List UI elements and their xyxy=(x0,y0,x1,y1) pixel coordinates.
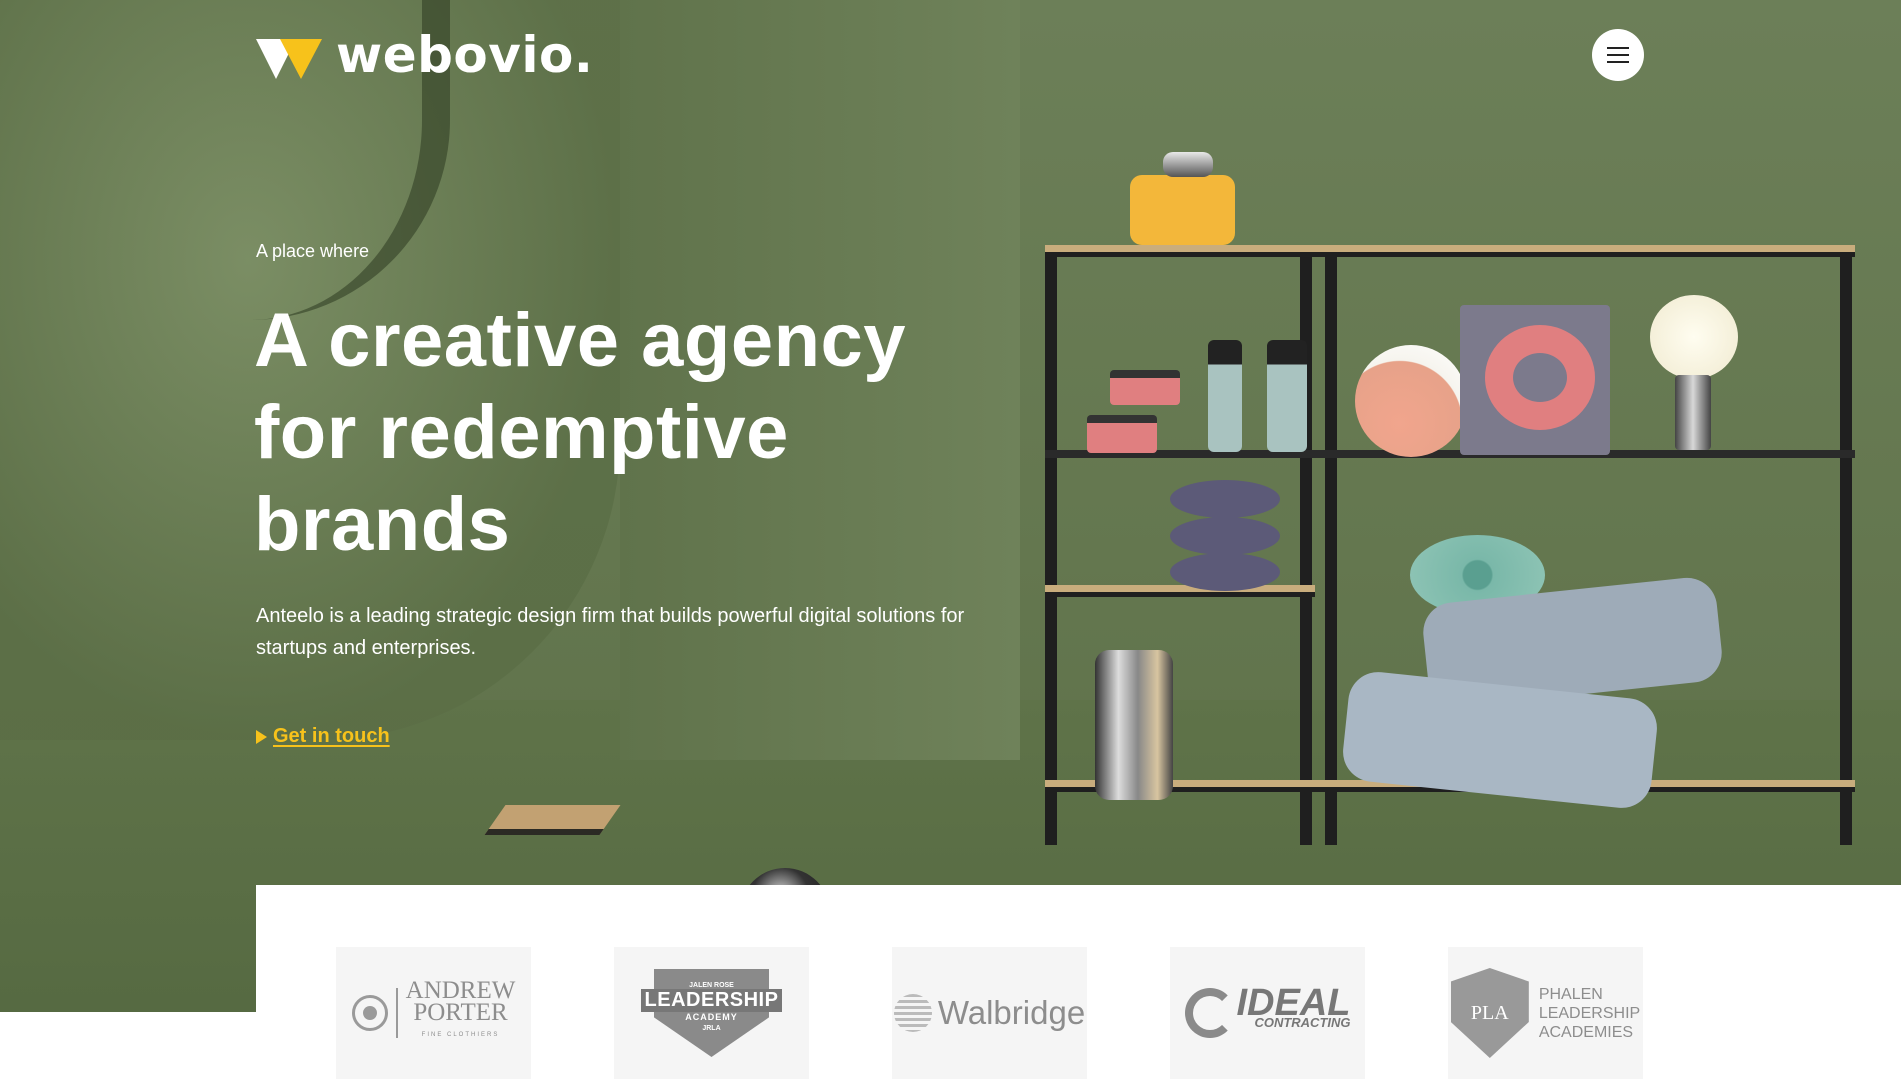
client-logo-andrew-porter: ANDREW PORTER FINE CLOTHIERS xyxy=(336,947,531,1079)
menu-button[interactable] xyxy=(1592,29,1644,81)
logo-text: webovio. xyxy=(336,26,594,84)
client-logo-ideal-contracting: IDEAL CONTRACTING xyxy=(1170,947,1365,1079)
pink-jar xyxy=(1110,370,1180,405)
client-logo-phalen: PLA PHALEN LEADERSHIP ACADEMIES xyxy=(1448,947,1643,1079)
brand-logo[interactable]: webovio. xyxy=(256,26,593,84)
hamburger-icon xyxy=(1607,47,1629,49)
hero-headline: A creative agency for redemptive brands xyxy=(254,295,974,571)
globe-lines-icon xyxy=(893,994,932,1032)
shelf-illustration xyxy=(1045,152,1855,845)
cta-label: Get in touch xyxy=(273,725,390,747)
bottle-2 xyxy=(1267,340,1307,452)
headline-line-1: A creative agency xyxy=(254,298,907,383)
chrome-cylinder xyxy=(1095,650,1173,800)
yellow-bottle xyxy=(1130,175,1235,245)
wooden-plank xyxy=(484,805,621,835)
headline-line-2: for redemptive xyxy=(254,390,789,475)
hero-lead: Anteelo is a leading strategic design fi… xyxy=(256,605,965,659)
client-logo-walbridge: Walbridge xyxy=(892,947,1087,1079)
stacked-rings xyxy=(1170,480,1280,518)
crest-icon: PLA xyxy=(1450,968,1529,1058)
lamp xyxy=(1650,295,1738,379)
get-in-touch-link[interactable]: Get in touch xyxy=(256,725,390,748)
bottle-1 xyxy=(1208,340,1242,452)
play-triangle-icon xyxy=(256,729,267,744)
peach-sphere xyxy=(1355,345,1467,457)
client-logo-leadership-academy: JALEN ROSE LEADERSHIP ACADEMY JRLA xyxy=(614,947,809,1079)
button-icon xyxy=(351,995,388,1031)
swoosh-icon xyxy=(1184,988,1235,1038)
headline-line-3: brands xyxy=(254,482,511,567)
w-logo-mark-icon xyxy=(256,31,322,79)
hero-eyebrow: A place where xyxy=(256,241,370,261)
clients-strip: ANDREW PORTER FINE CLOTHIERS JALEN ROSE … xyxy=(256,885,1901,1079)
